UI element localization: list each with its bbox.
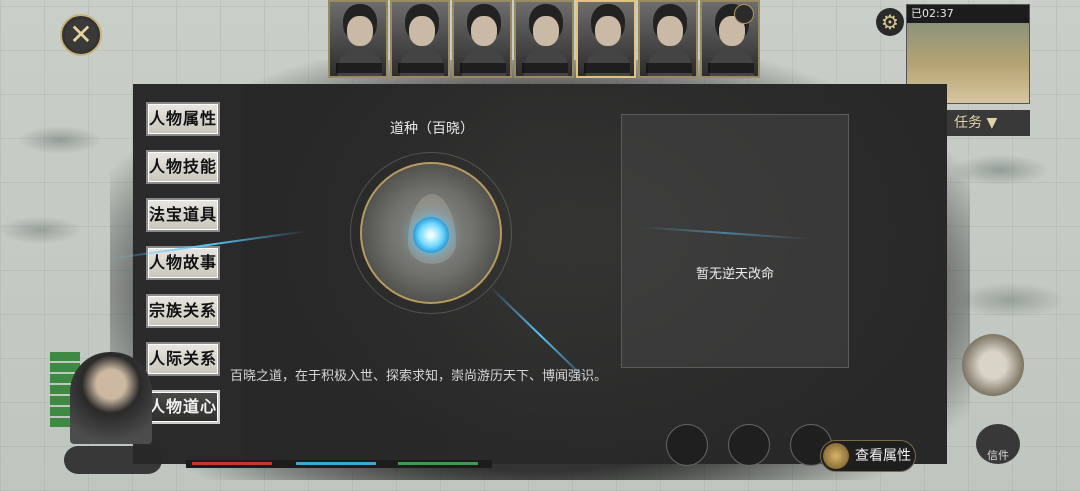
side-menu: 人物属性 人物技能 法宝道具 人物故事 宗族关系 人际关系 人物道心	[146, 102, 220, 424]
menu-clan-relations[interactable]: 宗族关系	[146, 294, 220, 328]
task-button[interactable]: 任务 ▼	[944, 110, 1030, 136]
status-bars	[186, 460, 492, 468]
status-tag	[50, 352, 80, 361]
fate-change-box: 暂无逆天改命	[621, 114, 849, 368]
menu-dao-heart[interactable]: 人物道心	[146, 390, 220, 424]
stamina-bar	[398, 462, 478, 465]
character-portrait[interactable]	[390, 0, 450, 78]
menu-treasure-items[interactable]: 法宝道具	[146, 198, 220, 232]
action-icon[interactable]	[728, 424, 770, 466]
hp-bar	[192, 462, 272, 465]
bottom-left-button[interactable]	[64, 446, 162, 474]
view-attributes-label: 查看属性	[855, 448, 911, 464]
menu-character-skills[interactable]: 人物技能	[146, 150, 220, 184]
character-portrait-selected[interactable]	[576, 0, 636, 78]
lotus-orb-icon	[413, 217, 449, 253]
dao-seed-title: 道种（百晓）	[390, 121, 474, 137]
character-portrait[interactable]	[452, 0, 512, 78]
character-portrait[interactable]	[638, 0, 698, 78]
action-icon[interactable]	[666, 424, 708, 466]
taiji-orb-icon[interactable]	[962, 334, 1024, 396]
letter-icon[interactable]: 信件	[976, 424, 1020, 464]
menu-social-relations[interactable]: 人际关系	[146, 342, 220, 376]
mp-bar	[296, 462, 376, 465]
portrait-scroll-icon[interactable]	[734, 4, 754, 24]
dao-description: 百晓之道，在于积极入世、探索求知，崇尚游历天下、博闻强识。	[230, 369, 608, 384]
meditation-icon	[823, 443, 849, 469]
character-portrait-bar	[328, 0, 760, 80]
player-avatar[interactable]	[70, 352, 152, 444]
gear-icon[interactable]: ⚙	[876, 8, 904, 36]
view-attributes-button[interactable]: 查看属性	[820, 440, 916, 472]
character-portrait[interactable]	[328, 0, 388, 78]
close-icon[interactable]: ✕	[60, 14, 102, 56]
menu-character-attributes[interactable]: 人物属性	[146, 102, 220, 136]
bottom-action-icons	[666, 424, 832, 466]
fate-empty-text: 暂无逆天改命	[695, 267, 774, 282]
minimap-time: 已02:37	[907, 5, 1029, 23]
character-portrait[interactable]	[514, 0, 574, 78]
